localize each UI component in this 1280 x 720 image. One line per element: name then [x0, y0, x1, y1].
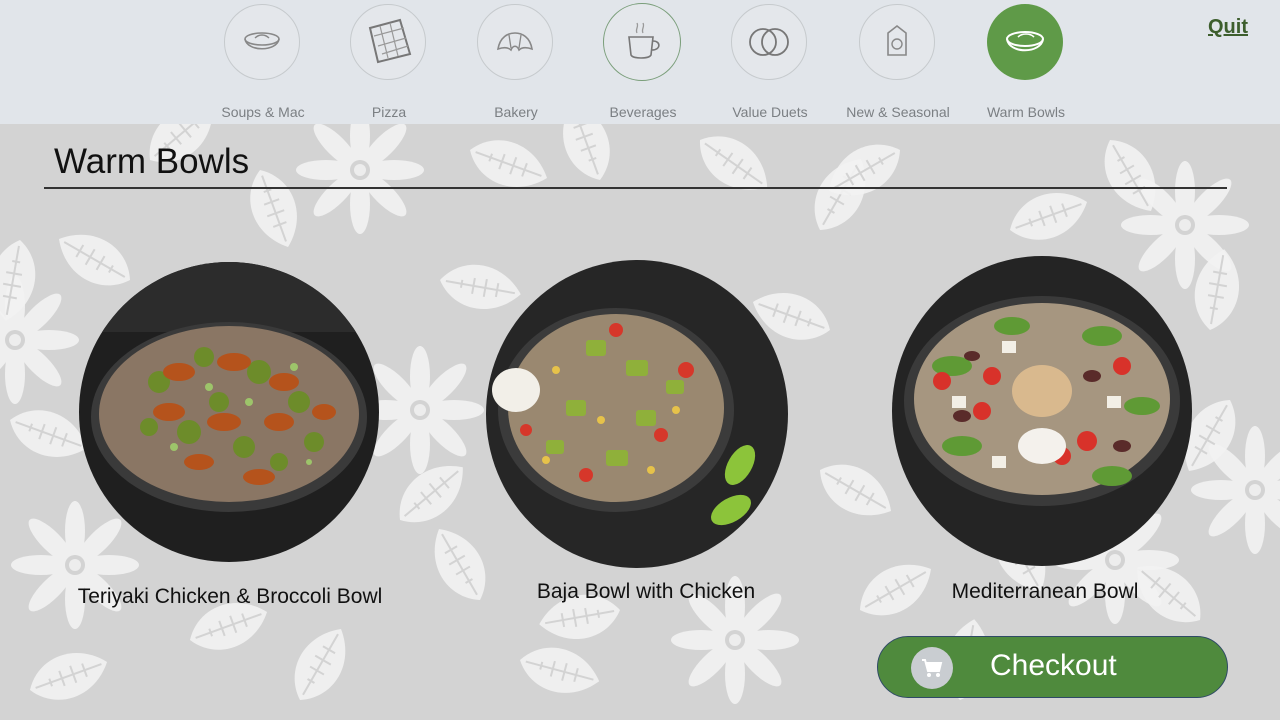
- category-soups-mac[interactable]: Soups & Mac: [204, 0, 322, 124]
- baja-bowl-image: [486, 260, 788, 568]
- mediterranean-bowl-image: [892, 256, 1192, 566]
- category-label: New & Seasonal: [846, 104, 950, 120]
- category-label: Pizza: [371, 104, 407, 120]
- item-name: Mediterranean Bowl: [951, 580, 1139, 603]
- category-label: Bakery: [494, 104, 538, 120]
- menu-item-mediterranean-bowl[interactable]: Mediterranean Bowl: [880, 254, 1210, 614]
- category-value-duets[interactable]: Value Duets: [711, 0, 829, 124]
- category-bakery[interactable]: Bakery: [457, 0, 575, 124]
- cart-icon: [911, 647, 953, 689]
- warm-bowl-icon: [987, 4, 1063, 80]
- category-warm-bowls[interactable]: Warm Bowls: [967, 0, 1085, 124]
- coffee-cup-icon: [603, 3, 681, 81]
- croissant-icon: [477, 4, 553, 80]
- item-name: Baja Bowl with Chicken: [536, 580, 756, 603]
- category-label: Warm Bowls: [986, 104, 1066, 120]
- checkout-button[interactable]: Checkout: [877, 636, 1228, 698]
- category-new-seasonal[interactable]: New & Seasonal: [839, 0, 957, 124]
- duet-rings-icon: [731, 4, 807, 80]
- quit-link[interactable]: Quit: [1208, 16, 1248, 39]
- category-beverages[interactable]: Beverages: [584, 0, 702, 124]
- category-label: Soups & Mac: [221, 104, 305, 120]
- menu-item-baja-bowl[interactable]: Baja Bowl with Chicken: [470, 258, 820, 618]
- page-title: Warm Bowls: [54, 142, 250, 181]
- title-divider: [44, 187, 1227, 189]
- teriyaki-bowl-image: [79, 262, 379, 562]
- menu-item-teriyaki-chicken-bowl[interactable]: Teriyaki Chicken & Broccoli Bowl: [60, 260, 410, 620]
- seasonal-tag-icon: [859, 4, 935, 80]
- item-name: Teriyaki Chicken & Broccoli Bowl: [77, 585, 383, 608]
- category-label: Beverages: [609, 104, 677, 120]
- category-nav: Soups & Mac Pizza Bakery Beverages Value…: [0, 0, 1280, 124]
- soup-bowl-icon: [224, 4, 300, 80]
- checkout-label: Checkout: [990, 649, 1117, 682]
- category-label: Value Duets: [732, 104, 808, 120]
- category-pizza[interactable]: Pizza: [330, 0, 448, 124]
- pizza-icon: [350, 4, 426, 80]
